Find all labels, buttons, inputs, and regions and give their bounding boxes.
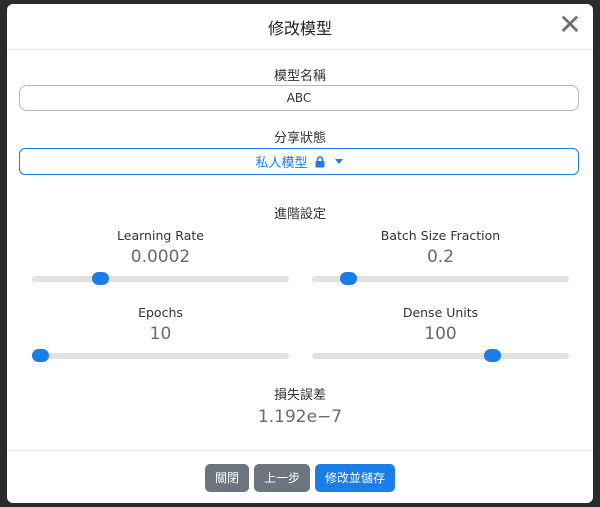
share-status-label: 分享狀態 xyxy=(273,131,326,146)
modal-title: 修改模型 xyxy=(267,18,332,38)
save-changes-button[interactable]: 修改並儲存 xyxy=(315,463,396,492)
dense-units-control: Dense Units 100 xyxy=(312,305,569,362)
model-name-input[interactable] xyxy=(19,85,579,111)
batch-size-fraction-value: 0.2 xyxy=(426,247,455,267)
advanced-settings-label: 進階設定 xyxy=(273,207,326,222)
share-status-value: 私人模型 xyxy=(255,156,308,171)
chevron-down-icon xyxy=(334,159,343,164)
batch-size-fraction-slider-handle[interactable] xyxy=(339,272,357,285)
dense-units-label: Dense Units xyxy=(402,305,479,320)
batch-size-fraction-control: Batch Size Fraction 0.2 xyxy=(312,228,569,285)
dense-units-value: 100 xyxy=(424,324,457,344)
modal-footer: 關閉 上一步 修改並儲存 xyxy=(7,450,593,503)
dense-units-slider[interactable] xyxy=(312,349,569,362)
learning-rate-slider[interactable] xyxy=(32,272,289,285)
learning-rate-label: Learning Rate xyxy=(117,228,204,243)
close-icon[interactable]: ✕ xyxy=(557,11,583,39)
batch-size-fraction-slider[interactable] xyxy=(312,272,569,285)
epochs-control: Epochs 10 xyxy=(31,305,289,362)
batch-size-fraction-label: Batch Size Fraction xyxy=(380,228,501,243)
loss-value: 1.192e−7 xyxy=(257,407,343,427)
learning-rate-slider-handle[interactable] xyxy=(92,272,110,285)
close-button[interactable]: 關閉 xyxy=(204,463,249,492)
epochs-slider[interactable] xyxy=(31,349,289,362)
edit-model-modal: 修改模型 ✕ 模型名稱 分享狀態 私人模型 進階設定 Learning Rate… xyxy=(7,4,593,503)
loss-label: 損失誤差 xyxy=(273,388,326,403)
previous-step-button[interactable]: 上一步 xyxy=(253,463,310,492)
learning-rate-value: 0.0002 xyxy=(130,247,191,267)
learning-rate-control: Learning Rate 0.0002 xyxy=(32,228,289,285)
modal-header: 修改模型 ✕ xyxy=(7,4,593,50)
epochs-slider-handle[interactable] xyxy=(31,349,49,362)
lock-icon xyxy=(315,155,324,167)
loss-display: 損失誤差 1.192e−7 xyxy=(7,384,593,427)
epochs-value: 10 xyxy=(149,324,172,344)
epochs-label: Epochs xyxy=(138,305,183,320)
model-name-label: 模型名稱 xyxy=(273,69,326,84)
dense-units-slider-handle[interactable] xyxy=(483,349,501,362)
share-status-dropdown[interactable]: 私人模型 xyxy=(19,148,579,175)
